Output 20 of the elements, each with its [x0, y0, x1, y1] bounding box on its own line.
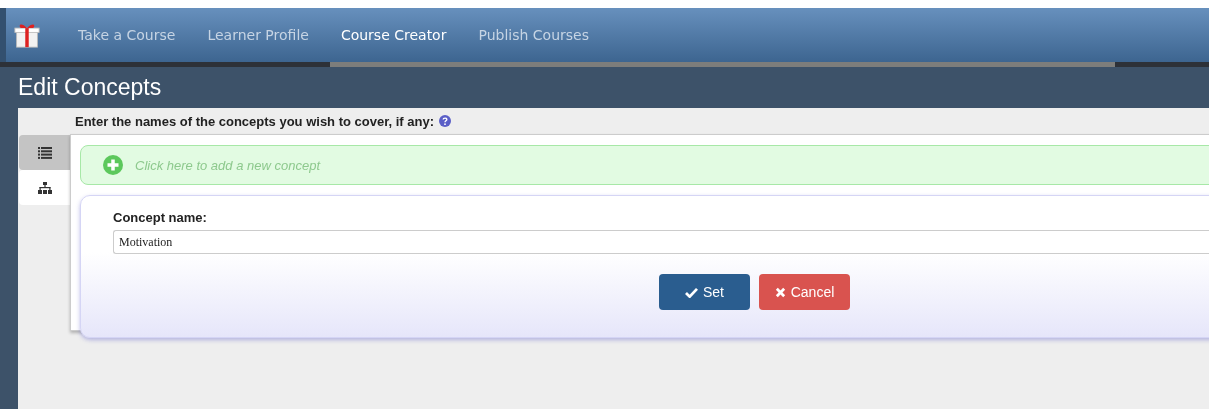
tree-view-tab[interactable]: [19, 170, 70, 205]
plus-icon: [103, 155, 123, 175]
gift-icon[interactable]: [14, 21, 40, 49]
close-icon: [774, 286, 786, 298]
concept-name-field[interactable]: Motivation: [113, 230, 1209, 254]
instruction-text: Enter the names of the concepts you wish to cover, if any:: [75, 113, 435, 129]
nav-link[interactable]: Publish Courses: [478, 27, 589, 43]
add-concept-prompt: Click here to add a new concept: [135, 157, 320, 173]
list-icon: [37, 146, 52, 159]
nav-link[interactable]: Take a Course: [78, 27, 176, 43]
hierarchy-icon: [37, 181, 52, 194]
cancel-button[interactable]: Cancel: [759, 274, 850, 310]
page-title: Edit Concepts: [18, 74, 162, 101]
nav-link[interactable]: Course Creator: [340, 27, 447, 43]
nav-link[interactable]: Learner Profile: [207, 27, 309, 43]
check-icon: [685, 286, 698, 298]
list-view-tab[interactable]: [19, 135, 70, 170]
help-icon[interactable]: [439, 115, 452, 127]
concept-name-label: Concept name:: [113, 210, 208, 225]
set-button[interactable]: Set: [659, 274, 750, 310]
